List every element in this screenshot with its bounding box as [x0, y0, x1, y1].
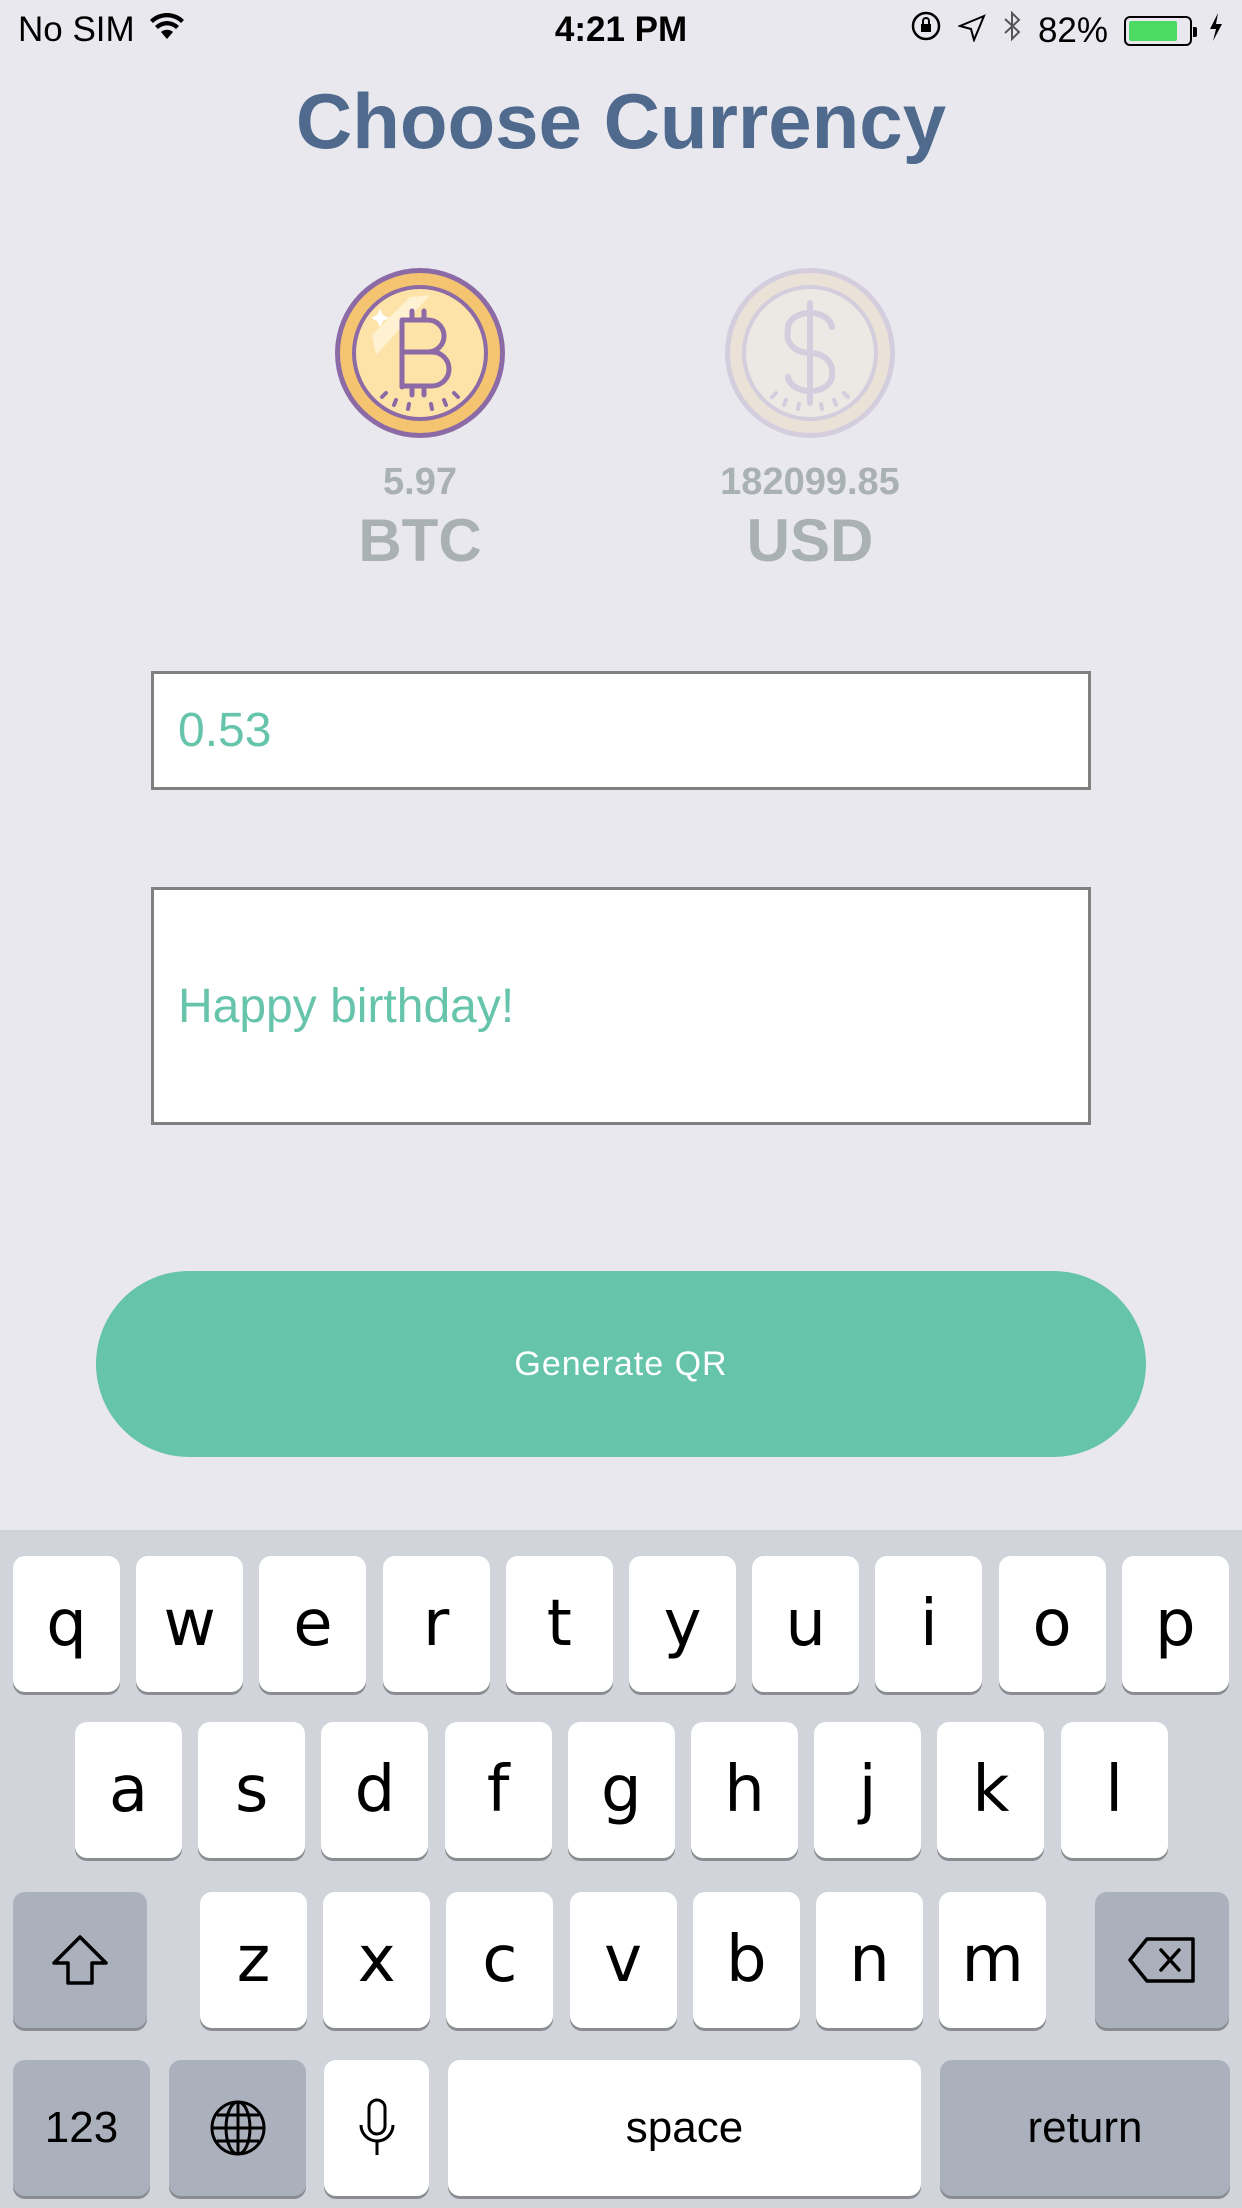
key-m[interactable]: m — [939, 1892, 1047, 2028]
memo-value: Happy birthday! — [178, 979, 515, 1033]
keyboard: 123 space return qwertyuiop asdfghjkl zxcv… — [0, 1530, 1242, 2208]
amount-input[interactable]: 0.53 — [151, 671, 1091, 790]
key-w[interactable]: w — [136, 1556, 244, 1692]
btc-code: BTC — [358, 507, 482, 574]
key-v[interactable]: v — [569, 1892, 677, 2028]
currency-option-btc[interactable]: 5.97 BTC — [280, 265, 560, 575]
shift-key[interactable] — [13, 1892, 147, 2028]
microphone-icon — [359, 2098, 394, 2155]
rotation-lock-icon — [910, 10, 942, 51]
currency-option-usd[interactable]: 182099.85 USD — [670, 265, 950, 575]
generate-qr-button[interactable]: Generate QR — [96, 1271, 1146, 1457]
key-i[interactable]: i — [875, 1556, 983, 1692]
key-e[interactable]: e — [259, 1556, 367, 1692]
status-bar: No SIM 4:21 PM 82% — [0, 0, 1242, 60]
key-y[interactable]: y — [629, 1556, 736, 1692]
key-k[interactable]: k — [937, 1722, 1045, 1858]
usd-balance: 182099.85 — [720, 461, 900, 503]
bluetooth-icon — [1002, 10, 1022, 51]
bitcoin-coin-icon — [335, 268, 505, 438]
battery-percent: 82% — [1037, 10, 1108, 50]
location-icon — [956, 11, 986, 51]
key-h[interactable]: h — [691, 1722, 798, 1858]
key-n[interactable]: n — [816, 1892, 923, 2028]
numbers-key[interactable]: 123 — [13, 2060, 150, 2196]
page-title: Choose Currency — [295, 77, 947, 165]
battery-icon — [1124, 15, 1197, 46]
key-j[interactable]: j — [814, 1722, 922, 1858]
space-key[interactable]: space — [448, 2060, 921, 2196]
globe-icon — [210, 2100, 265, 2156]
key-f[interactable]: f — [444, 1722, 552, 1858]
key-a[interactable]: a — [75, 1722, 182, 1858]
usd-code: USD — [746, 507, 874, 574]
charging-icon — [1208, 11, 1224, 51]
globe-key[interactable] — [169, 2060, 306, 2196]
memo-input[interactable]: Happy birthday! — [151, 887, 1091, 1125]
key-l[interactable]: l — [1060, 1722, 1168, 1858]
key-r[interactable]: r — [382, 1556, 490, 1692]
backspace-icon — [1128, 1937, 1195, 1983]
key-c[interactable]: c — [446, 1892, 554, 2028]
return-key[interactable]: return — [940, 2060, 1230, 2196]
dollar-coin-icon — [725, 268, 895, 438]
amount-value: 0.53 — [178, 704, 272, 757]
key-p[interactable]: p — [1121, 1556, 1229, 1692]
microphone-key[interactable] — [324, 2060, 429, 2196]
btc-balance: 5.97 — [383, 461, 457, 503]
shift-icon — [52, 1935, 108, 1985]
key-b[interactable]: b — [692, 1892, 800, 2028]
key-d[interactable]: d — [321, 1722, 429, 1858]
key-t[interactable]: t — [505, 1556, 613, 1692]
key-z[interactable]: z — [200, 1892, 307, 2028]
key-g[interactable]: g — [567, 1722, 675, 1858]
backspace-key[interactable] — [1095, 1892, 1229, 2028]
key-x[interactable]: x — [323, 1892, 431, 2028]
key-u[interactable]: u — [752, 1556, 860, 1692]
key-s[interactable]: s — [198, 1722, 306, 1858]
key-q[interactable]: q — [13, 1556, 120, 1692]
battery-level-fill — [1129, 20, 1177, 41]
key-o[interactable]: o — [998, 1556, 1106, 1692]
